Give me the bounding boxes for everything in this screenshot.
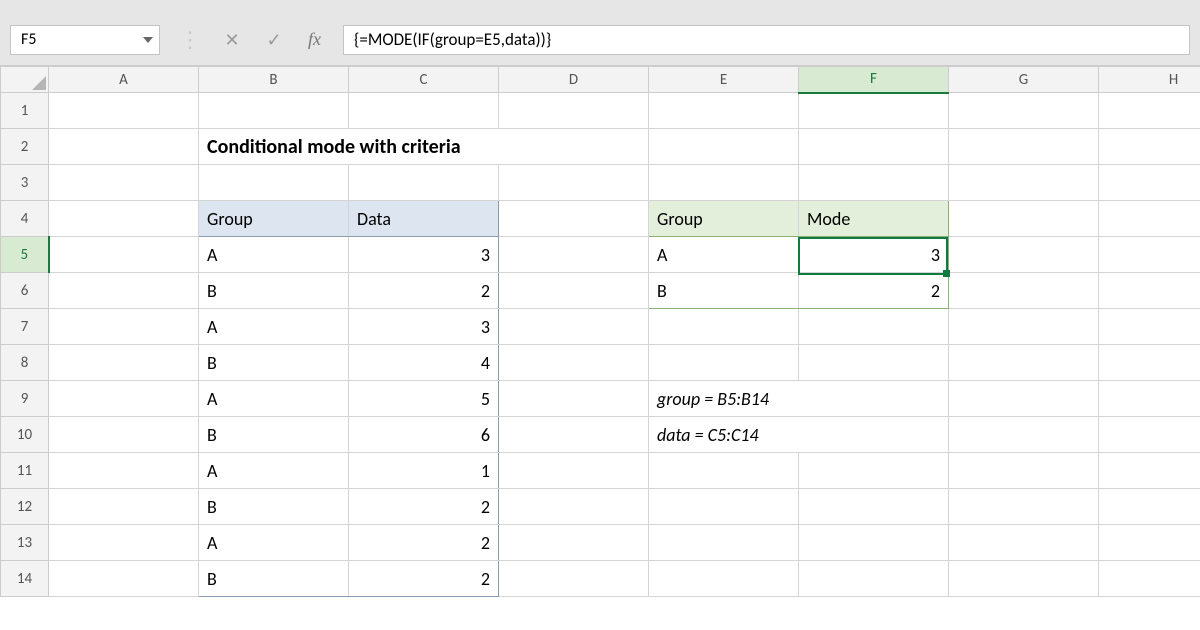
cell-B9: A bbox=[199, 381, 349, 417]
formula-text: {=MODE(IF(group=E5,data))} bbox=[354, 29, 551, 50]
confirm-formula-button[interactable]: ✓ bbox=[262, 29, 286, 51]
row-header-14[interactable]: 14 bbox=[1, 561, 49, 597]
table2-header-mode: Mode bbox=[799, 201, 949, 237]
row-header-5[interactable]: 5 bbox=[1, 237, 49, 273]
row-10: 10 B 6 data = C5:C14 bbox=[1, 417, 1200, 453]
cell-F5: 3 bbox=[799, 237, 949, 273]
col-header-H[interactable]: H bbox=[1099, 67, 1200, 93]
spreadsheet-grid[interactable]: A B C D E F G H 1 2 Conditional mode wit… bbox=[0, 66, 1200, 597]
cell-C11: 1 bbox=[349, 453, 499, 489]
cell-C7: 3 bbox=[349, 309, 499, 345]
cancel-formula-button[interactable]: ✕ bbox=[220, 29, 244, 51]
column-header-row: A B C D E F G H bbox=[1, 67, 1200, 93]
cell-B10: B bbox=[199, 417, 349, 453]
select-all-corner[interactable] bbox=[1, 67, 49, 93]
fx-icon[interactable]: fx bbox=[304, 29, 325, 50]
cell-B12: B bbox=[199, 489, 349, 525]
cell-F6: 2 bbox=[799, 273, 949, 309]
cell-C9: 5 bbox=[349, 381, 499, 417]
cell-B13: A bbox=[199, 525, 349, 561]
row-7: 7 A 3 bbox=[1, 309, 1200, 345]
col-header-F[interactable]: F bbox=[799, 67, 949, 93]
row-header-10[interactable]: 10 bbox=[1, 417, 49, 453]
chevron-down-icon[interactable] bbox=[143, 37, 153, 43]
cell-C13: 2 bbox=[349, 525, 499, 561]
col-header-A[interactable]: A bbox=[49, 67, 199, 93]
row-1: 1 bbox=[1, 93, 1200, 129]
formula-toolbar: F5 ⋮ ✕ ✓ fx {=MODE(IF(group=E5,data))} bbox=[0, 0, 1200, 66]
col-header-C[interactable]: C bbox=[349, 67, 499, 93]
table1-header-group: Group bbox=[199, 201, 349, 237]
row-13: 13 A 2 bbox=[1, 525, 1200, 561]
row-14: 14 B 2 bbox=[1, 561, 1200, 597]
cell-C6: 2 bbox=[349, 273, 499, 309]
cell-B6: B bbox=[199, 273, 349, 309]
row-4: 4 Group Data Group Mode bbox=[1, 201, 1200, 237]
col-header-G[interactable]: G bbox=[949, 67, 1099, 93]
formula-bar[interactable]: {=MODE(IF(group=E5,data))} bbox=[343, 25, 1190, 55]
table1-header-data: Data bbox=[349, 201, 499, 237]
sheet-area: A B C D E F G H 1 2 Conditional mode wit… bbox=[0, 66, 1200, 597]
cell-B7: A bbox=[199, 309, 349, 345]
vertical-dots-icon[interactable]: ⋮ bbox=[178, 26, 202, 53]
row-header-7[interactable]: 7 bbox=[1, 309, 49, 345]
row-11: 11 A 1 bbox=[1, 453, 1200, 489]
row-header-2[interactable]: 2 bbox=[1, 129, 49, 165]
cell-B8: B bbox=[199, 345, 349, 381]
row-5: 5 A 3 A 3 bbox=[1, 237, 1200, 273]
page-title: Conditional mode with criteria bbox=[199, 129, 649, 165]
note-line-1: group = B5:B14 bbox=[649, 381, 949, 417]
name-box-value: F5 bbox=[21, 30, 36, 49]
table2-header-group: Group bbox=[649, 201, 799, 237]
row-header-9[interactable]: 9 bbox=[1, 381, 49, 417]
cell-C12: 2 bbox=[349, 489, 499, 525]
row-12: 12 B 2 bbox=[1, 489, 1200, 525]
row-header-11[interactable]: 11 bbox=[1, 453, 49, 489]
cell-C5: 3 bbox=[349, 237, 499, 273]
cell-E5: A bbox=[649, 237, 799, 273]
row-9: 9 A 5 group = B5:B14 bbox=[1, 381, 1200, 417]
row-8: 8 B 4 bbox=[1, 345, 1200, 381]
note-line-2: data = C5:C14 bbox=[649, 417, 949, 453]
row-6: 6 B 2 B 2 bbox=[1, 273, 1200, 309]
row-2: 2 Conditional mode with criteria bbox=[1, 129, 1200, 165]
row-header-12[interactable]: 12 bbox=[1, 489, 49, 525]
cell-E6: B bbox=[649, 273, 799, 309]
cell-C8: 4 bbox=[349, 345, 499, 381]
row-3: 3 bbox=[1, 165, 1200, 201]
col-header-E[interactable]: E bbox=[649, 67, 799, 93]
row-header-13[interactable]: 13 bbox=[1, 525, 49, 561]
cell-C10: 6 bbox=[349, 417, 499, 453]
col-header-D[interactable]: D bbox=[499, 67, 649, 93]
col-header-B[interactable]: B bbox=[199, 67, 349, 93]
cell-B5: A bbox=[199, 237, 349, 273]
cell-B14: B bbox=[199, 561, 349, 597]
row-header-6[interactable]: 6 bbox=[1, 273, 49, 309]
row-header-3[interactable]: 3 bbox=[1, 165, 49, 201]
cell-B11: A bbox=[199, 453, 349, 489]
name-box[interactable]: F5 bbox=[10, 25, 160, 55]
row-header-4[interactable]: 4 bbox=[1, 201, 49, 237]
row-header-1[interactable]: 1 bbox=[1, 93, 49, 129]
row-header-8[interactable]: 8 bbox=[1, 345, 49, 381]
cell-C14: 2 bbox=[349, 561, 499, 597]
